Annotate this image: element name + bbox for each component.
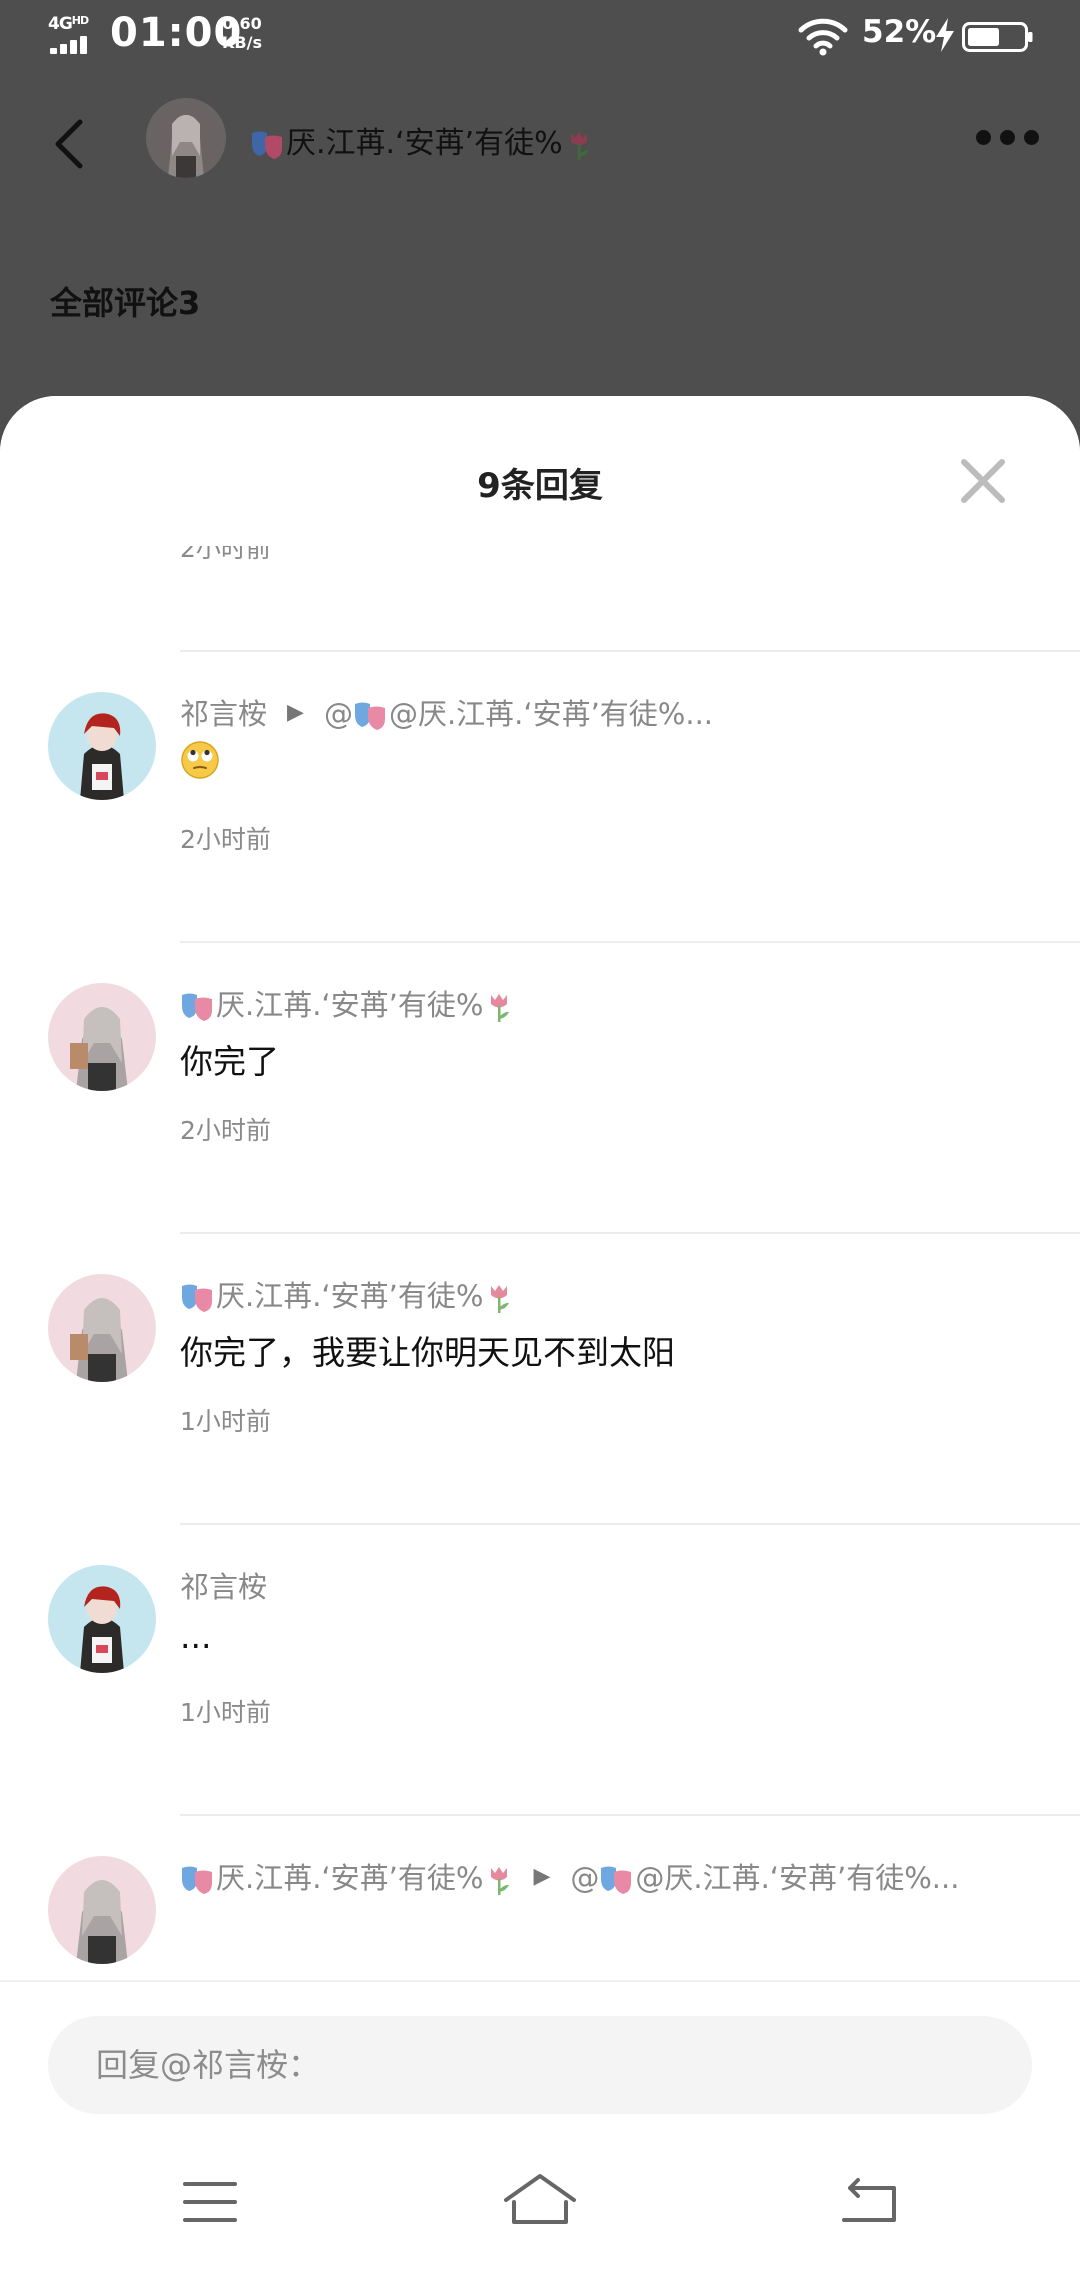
reply-author-text: 厌.江苒.‘安苒’有徒% — [216, 1279, 484, 1313]
battery-icon — [962, 22, 1033, 52]
theater-mask-icon — [182, 1866, 212, 1894]
post-author-name-text: 厌.江苒.‘安苒’有徒% — [286, 126, 563, 161]
sheet-header: 9条回复 — [0, 396, 1080, 546]
theater-mask-icon — [601, 1866, 632, 1894]
reply-time: 2小时前 — [180, 546, 271, 563]
reply-author[interactable]: 祁言桉 — [180, 1564, 267, 1606]
reply-author-text: 厌.江苒.‘安苒’有徒% — [216, 1861, 484, 1895]
more-options-button[interactable] — [976, 130, 1040, 146]
reply-time: 2小时前 — [180, 1116, 271, 1145]
tulip-icon — [491, 994, 510, 1022]
reply-item[interactable]: 厌.江苒.‘安苒’有徒% ▶ @ @厌.江苒.‘安苒’有徒%... — [0, 1816, 1080, 1980]
reply-time: 2小时前 — [180, 825, 271, 854]
reply-author[interactable]: 祁言桉 — [180, 691, 267, 733]
post-author-name[interactable]: 厌.江苒.‘安苒’有徒% — [250, 118, 593, 162]
reply-input-area — [0, 1980, 1080, 2280]
theater-mask-icon — [182, 993, 212, 1021]
avatar[interactable] — [48, 1565, 156, 1673]
theater-mask-icon — [354, 702, 385, 730]
wifi-icon — [798, 18, 848, 56]
avatar[interactable] — [48, 1856, 156, 1964]
reply-item[interactable]: 2小时前 — [0, 546, 1080, 652]
system-navigation-bar — [0, 2162, 1080, 2280]
network-speed: 0.60 KB/s — [222, 14, 262, 52]
reply-item[interactable]: 祁言桉 ▶ @ @厌.江苒.‘安苒’有徒%... 2小时前 — [0, 652, 1080, 943]
reply-target-text: @厌.江苒.‘安苒’有徒%... — [388, 697, 714, 731]
back-arrow-icon[interactable] — [50, 116, 90, 172]
charging-icon — [936, 18, 954, 52]
reply-item[interactable]: 祁言桉 ... 1小时前 — [0, 1525, 1080, 1816]
battery-percent: 52% — [862, 14, 937, 50]
reply-arrow-icon: ▶ — [287, 699, 304, 725]
reply-author[interactable]: 厌.江苒.‘安苒’有徒% — [180, 1273, 513, 1315]
replies-sheet: 9条回复 2小时前 祁言桉 ▶ @ @厌.江苒.‘安苒’有徒%... 2小时前 … — [0, 396, 1080, 2280]
avatar-figure-icon — [168, 115, 204, 178]
reply-text: ... — [180, 1617, 212, 1656]
reply-time: 1小时前 — [180, 1698, 271, 1727]
sheet-title: 9条回复 — [477, 466, 603, 506]
author-avatar[interactable] — [146, 98, 226, 178]
reply-list[interactable]: 2小时前 祁言桉 ▶ @ @厌.江苒.‘安苒’有徒%... 2小时前 厌.江苒.… — [0, 546, 1080, 1980]
network-hd: HD — [71, 14, 89, 27]
network-indicator: 4GHD — [48, 14, 106, 54]
reply-author-text: 厌.江苒.‘安苒’有徒% — [216, 988, 484, 1022]
reply-target[interactable]: @ @厌.江苒.‘安苒’有徒%... — [324, 691, 713, 733]
theater-mask-icon — [252, 131, 282, 159]
status-bar: 4GHD 01:00 0.60 KB/s 52% — [0, 0, 1080, 72]
reply-item[interactable]: 厌.江苒.‘安苒’有徒% 你完了 2小时前 — [0, 943, 1080, 1234]
reply-input[interactable] — [48, 2016, 1032, 2114]
background-page: 4GHD 01:00 0.60 KB/s 52% 厌.江苒.‘安苒’有徒% 全部… — [0, 0, 1080, 420]
tulip-icon — [570, 131, 589, 160]
network-type: 4G — [48, 14, 73, 34]
reply-text: 你完了 — [180, 1042, 279, 1081]
network-speed-unit: KB/s — [222, 33, 262, 52]
reply-text: 你完了，我要让你明天见不到太阳 — [180, 1333, 675, 1372]
reply-item[interactable]: 厌.江苒.‘安苒’有徒% 你完了，我要让你明天见不到太阳 1小时前 — [0, 1234, 1080, 1525]
return-icon[interactable] — [820, 2162, 920, 2242]
theater-mask-icon — [182, 1284, 212, 1312]
reply-target[interactable]: @ @厌.江苒.‘安苒’有徒%... — [570, 1855, 959, 1897]
tulip-icon — [491, 1867, 510, 1895]
reply-text — [180, 738, 220, 780]
reply-arrow-icon: ▶ — [533, 1863, 551, 1889]
avatar[interactable] — [48, 983, 156, 1091]
all-comments-heading: 全部评论3 — [50, 284, 201, 322]
reply-author[interactable]: 厌.江苒.‘安苒’有徒% — [180, 982, 513, 1024]
reply-time: 1小时前 — [180, 1407, 271, 1436]
avatar[interactable] — [48, 1274, 156, 1382]
avatar[interactable] — [48, 692, 156, 800]
home-icon[interactable] — [490, 2162, 590, 2242]
reply-author[interactable]: 厌.江苒.‘安苒’有徒% — [180, 1855, 513, 1897]
eye-roll-emoji-icon — [181, 740, 219, 779]
menu-icon[interactable] — [160, 2162, 260, 2242]
close-icon[interactable] — [958, 456, 1008, 506]
reply-target-text: @厌.江苒.‘安苒’有徒%... — [635, 1861, 960, 1895]
network-speed-value: 0.60 — [222, 14, 262, 33]
tulip-icon — [491, 1285, 510, 1313]
signal-bars-icon — [50, 36, 92, 54]
